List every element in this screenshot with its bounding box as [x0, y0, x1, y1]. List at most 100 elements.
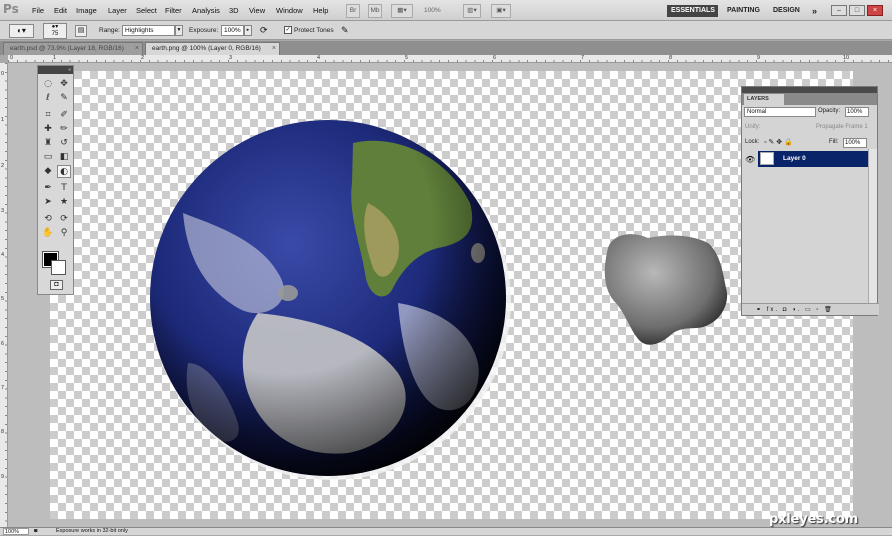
lasso-tool-icon[interactable]: ℓ: [41, 92, 55, 105]
screen-mode-button[interactable]: ▣▾: [491, 4, 511, 18]
menu-3d[interactable]: 3D: [229, 6, 239, 15]
minimize-button[interactable]: –: [831, 5, 847, 16]
close-tab-icon[interactable]: ×: [272, 43, 276, 55]
workspace-essentials[interactable]: ESSENTIALS: [667, 5, 718, 17]
lock-icons[interactable]: ▫ ✎ ✥ 🔒: [764, 138, 793, 146]
ruler-tick-label: 10: [843, 55, 850, 61]
tools-panel-header[interactable]: «: [38, 66, 73, 74]
blend-mode-select[interactable]: Normal: [744, 107, 816, 117]
brush-tool-icon[interactable]: ✏: [57, 123, 71, 136]
spot-heal-tool-icon[interactable]: ✚: [41, 123, 55, 136]
tab-label: earth.psd @ 73.9% (Layer 18, RGB/16): [10, 45, 124, 52]
ruler-tick-label: 9: [757, 55, 761, 61]
menu-analysis[interactable]: Analysis: [192, 6, 220, 15]
ruler-tick-label: 0: [1, 71, 5, 77]
layers-panel-footer: ⚭ fx. ◘ ◑. ▭ ▫ 🗑: [742, 303, 879, 315]
workspace-more-button[interactable]: »: [808, 5, 821, 17]
tab-earth-png[interactable]: earth.png @ 100% (Layer 0, RGB/16) ×: [145, 42, 280, 55]
layer-action-icons[interactable]: ⚭ fx. ◘ ◑. ▭ ▫ 🗑: [756, 306, 834, 313]
ruler-horizontal: 0 1 2 3 4 5 6 7 8 9 10: [8, 55, 892, 63]
menu-file[interactable]: File: [32, 6, 44, 15]
opacity-label: Opacity:: [818, 108, 841, 114]
tool-preset-picker[interactable]: ◐▾: [9, 24, 34, 38]
exposure-input[interactable]: 100%: [221, 25, 244, 36]
menu-edit[interactable]: Edit: [54, 6, 67, 15]
protect-tones-checkbox[interactable]: ✓: [284, 26, 292, 34]
marquee-tool-icon[interactable]: ◌: [41, 78, 55, 91]
lock-label: Lock:: [745, 139, 760, 145]
hand-tool-icon[interactable]: ✋: [41, 227, 55, 240]
quick-select-tool-icon[interactable]: ✎: [57, 92, 71, 105]
type-tool-icon[interactable]: T: [57, 182, 71, 195]
3d-rotate-tool-icon[interactable]: ⟲: [41, 213, 55, 226]
close-button[interactable]: ×: [867, 5, 883, 16]
exposure-slider-icon[interactable]: ▸: [244, 25, 252, 36]
range-dropdown-icon[interactable]: ▼: [175, 25, 183, 36]
ruler-tick-label: 4: [1, 252, 5, 258]
brush-panel-icon[interactable]: ▤: [75, 25, 87, 37]
watermark: pxleyes.com: [769, 512, 858, 527]
tools-panel: « ◌ ✥ ℓ ✎ ⌗ ✐ ✚ ✏ ♜ ↺ ▭ ◧ ◆ ◐ ✒ T ➤ ★ ⟲ ⟳ ✋ ⚲ ◘: [37, 65, 74, 295]
status-bar: 100% ◙ Exposure works in 32-bit only: [0, 527, 892, 535]
range-select[interactable]: Highlights: [122, 25, 175, 36]
layers-scrollbar[interactable]: [868, 149, 877, 304]
zoom-level[interactable]: 100%: [424, 7, 441, 14]
menu-help[interactable]: Help: [313, 6, 328, 15]
ruler-vertical: 0 1 2 3 4 5 6 7 8 9: [0, 63, 8, 527]
opacity-input[interactable]: 100%: [845, 107, 869, 117]
menu-view[interactable]: View: [249, 6, 265, 15]
layer-name[interactable]: Layer 0: [783, 155, 806, 162]
gradient-tool-icon[interactable]: ◧: [57, 151, 71, 164]
zoom-tool-icon[interactable]: ⚲: [57, 227, 71, 240]
ruler-tick-label: 3: [1, 208, 5, 214]
status-zoom-field[interactable]: 100%: [3, 528, 29, 535]
layers-panel: LAYERS Normal Opacity: 100% Unify: Propa…: [741, 86, 879, 316]
path-select-tool-icon[interactable]: ➤: [41, 196, 55, 209]
close-tab-icon[interactable]: ×: [135, 43, 139, 55]
menu-window[interactable]: Window: [276, 6, 303, 15]
ruler-tick-label: 1: [53, 55, 57, 61]
blur-tool-icon[interactable]: ◆: [41, 165, 55, 178]
propagate-frame-label: Propagate Frame 1: [816, 124, 868, 130]
tab-layers[interactable]: LAYERS: [744, 94, 784, 105]
bridge-button[interactable]: Br: [346, 4, 360, 18]
workspace-painting[interactable]: PAINTING: [723, 5, 764, 17]
restore-button[interactable]: □: [849, 5, 865, 16]
layers-panel-tabs: LAYERS: [742, 93, 877, 105]
pen-tool-icon[interactable]: ✒: [41, 182, 55, 195]
document-tabs: earth.psd @ 73.9% (Layer 18, RGB/16) × e…: [0, 41, 892, 55]
arrange-documents-button[interactable]: ▥▾: [463, 4, 481, 18]
3d-camera-tool-icon[interactable]: ⟳: [57, 213, 71, 226]
status-info-icon[interactable]: ◙: [34, 528, 37, 535]
menu-filter[interactable]: Filter: [165, 6, 182, 15]
eraser-tool-icon[interactable]: ▭: [41, 151, 55, 164]
shape-tool-icon[interactable]: ★: [57, 196, 71, 209]
background-color-swatch[interactable]: [51, 260, 66, 275]
move-tool-icon[interactable]: ✥: [57, 78, 71, 91]
menu-bar: Ps File Edit Image Layer Select Filter A…: [0, 0, 892, 21]
clone-stamp-tool-icon[interactable]: ♜: [41, 137, 55, 150]
dodge-tool-icon[interactable]: ◐: [57, 165, 71, 178]
workspace-design[interactable]: DESIGN: [769, 5, 804, 17]
quick-mask-icon[interactable]: ◘: [50, 280, 63, 290]
ruler-tick-label: 8: [1, 429, 5, 435]
ruler-tick-label: 6: [493, 55, 497, 61]
visibility-eye-icon[interactable]: 👁: [745, 155, 755, 164]
mini-bridge-button[interactable]: Mb: [368, 4, 382, 18]
ruler-tick-label: 7: [581, 55, 585, 61]
brush-picker[interactable]: ●▾ 75: [43, 23, 67, 39]
layer-row[interactable]: Layer 0: [758, 151, 869, 167]
menu-layer[interactable]: Layer: [108, 6, 127, 15]
menu-image[interactable]: Image: [76, 6, 97, 15]
ruler-tick-label: 8: [669, 55, 673, 61]
ruler-tick-label: 2: [1, 163, 5, 169]
airbrush-icon[interactable]: ⟳: [260, 25, 268, 36]
eyedropper-tool-icon[interactable]: ✐: [57, 109, 71, 122]
menu-select[interactable]: Select: [136, 6, 157, 15]
tablet-pressure-icon[interactable]: ✎: [341, 25, 349, 36]
view-extras-button[interactable]: ▦▾: [391, 4, 413, 18]
fill-input[interactable]: 100%: [843, 138, 867, 148]
history-brush-tool-icon[interactable]: ↺: [57, 137, 71, 150]
tab-earth-psd[interactable]: earth.psd @ 73.9% (Layer 18, RGB/16) ×: [3, 42, 143, 55]
crop-tool-icon[interactable]: ⌗: [41, 109, 55, 122]
